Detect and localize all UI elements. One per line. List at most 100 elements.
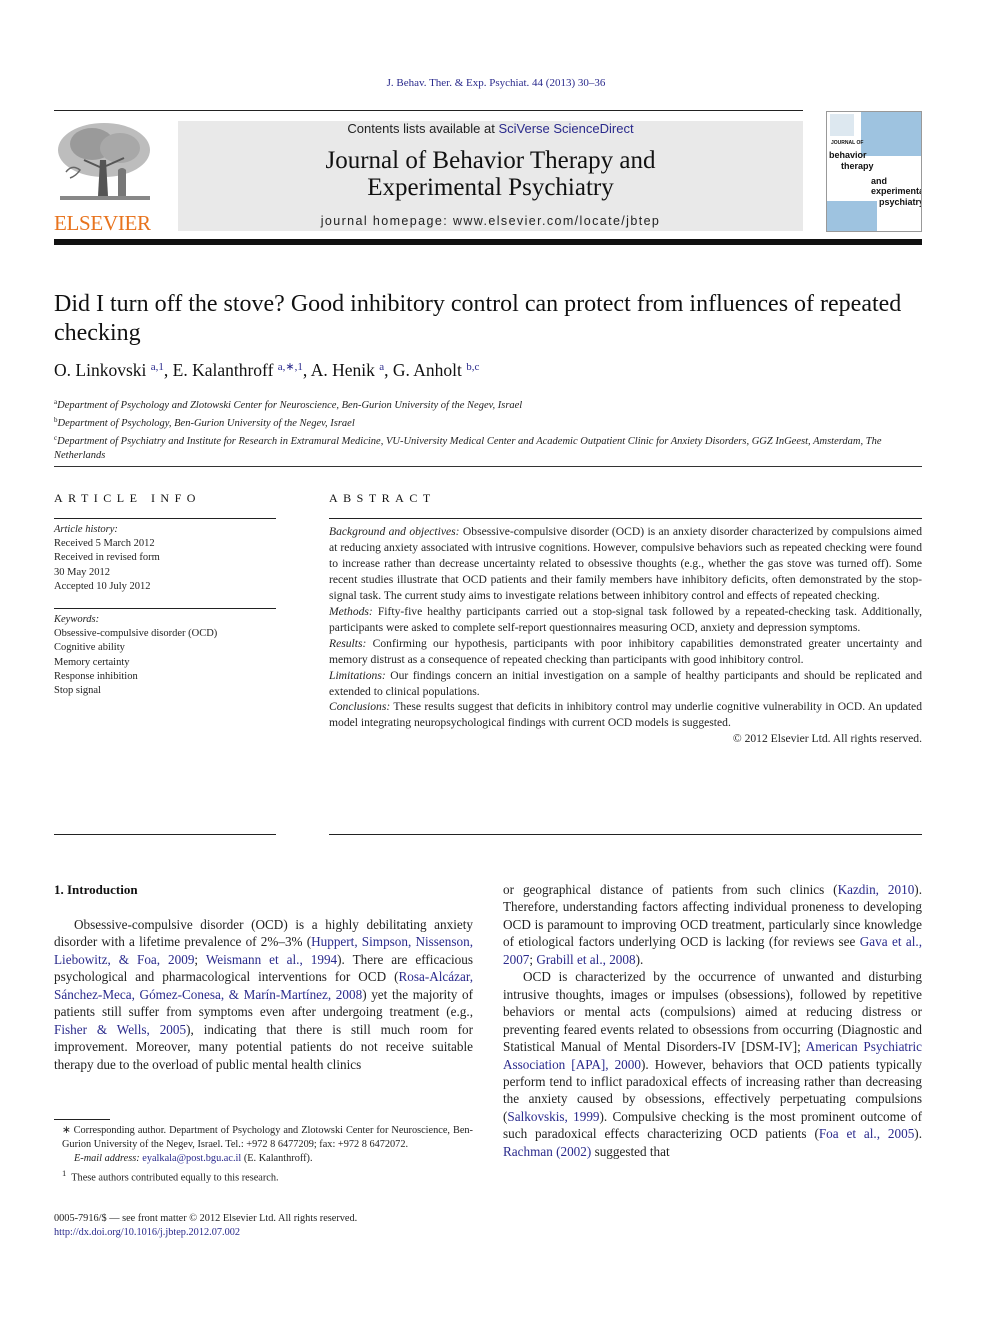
author[interactable]: G. Anholt b,c <box>393 360 480 380</box>
author-name: A. Henik <box>310 360 375 380</box>
abstract-rule <box>329 518 922 519</box>
citation-link[interactable]: Fisher & Wells, 2005 <box>54 1022 186 1037</box>
author-name: O. Linkovski <box>54 360 147 380</box>
keyword: Stop signal <box>54 685 101 697</box>
abstract-section: Background and objectives: Obsessive-com… <box>329 524 922 604</box>
journal-masthead: Contents lists available at SciVerse Sci… <box>178 121 803 231</box>
journal-title: Journal of Behavior Therapy and Experime… <box>178 147 803 201</box>
cover-block-top <box>861 112 921 156</box>
affiliation-text: Department of Psychology and Zlotowski C… <box>57 400 523 411</box>
author[interactable]: E. Kalanthroff a,∗,1 <box>173 360 303 380</box>
citation-link[interactable]: Grabill et al., 2008 <box>536 952 635 967</box>
affiliations: aDepartment of Psychology and Zlotowski … <box>54 395 934 463</box>
affiliation: bDepartment of Psychology, Ben-Gurion Un… <box>54 413 934 431</box>
cover-text: behavior <box>829 150 867 160</box>
author-name: E. Kalanthroff <box>172 360 274 380</box>
issn-line: 0005-7916/$ — see front matter © 2012 El… <box>54 1213 358 1224</box>
citation-link[interactable]: Weismann et al., 1994 <box>206 952 337 967</box>
cover-block-bottom <box>827 201 877 231</box>
citation-link[interactable]: Kazdin, 2010 <box>838 882 915 897</box>
front-matter: 0005-7916/$ — see front matter © 2012 El… <box>54 1212 554 1240</box>
citation-link[interactable]: Salkovskis, 1999 <box>507 1109 599 1124</box>
body-text: ). <box>635 951 644 967</box>
body-text: suggested that <box>591 1143 670 1159</box>
abstract-section-lead: Conclusions: <box>329 700 391 714</box>
footnote-rule <box>54 1119 110 1120</box>
abstract-section-lead: Methods: <box>329 604 373 618</box>
author-affil-marker[interactable]: a,1 <box>151 361 164 373</box>
contents-prefix: Contents lists available at <box>347 121 499 136</box>
abstract-section: Limitations: Our findings concern an ini… <box>329 668 922 700</box>
body-column-left: Obsessive-compulsive disorder (OCD) is a… <box>54 916 473 1073</box>
body-paragraph: OCD is characterized by the occurrence o… <box>503 968 922 1160</box>
footnote-mark: 1 <box>62 1168 67 1178</box>
cover-text: and <box>871 176 888 186</box>
author-affil-marker[interactable]: b,c <box>466 361 479 373</box>
abstract-section-text: Fifty-five healthy participants carried … <box>329 604 922 634</box>
article-info-bottom-rule <box>54 834 276 835</box>
affiliation: aDepartment of Psychology and Zlotowski … <box>54 395 934 413</box>
section-heading-introduction: 1. Introduction <box>54 882 138 897</box>
doi-link[interactable]: http://dx.doi.org/10.1016/j.jbtep.2012.0… <box>54 1227 240 1238</box>
abstract-section: Results: Confirming our hypothesis, part… <box>329 636 922 668</box>
journal-homepage-link[interactable]: journal homepage: www.elsevier.com/locat… <box>178 214 803 228</box>
history-item: Received in revised form <box>54 552 160 564</box>
affiliation-text: Department of Psychiatry and Institute f… <box>54 436 882 461</box>
body-text: ; <box>194 951 206 967</box>
cover-text: psychiatry <box>879 197 922 207</box>
article-title: Did I turn off the stove? Good inhibitor… <box>54 291 902 346</box>
affiliation-text: Department of Psychology, Ben-Gurion Uni… <box>57 418 355 429</box>
cover-text: JOURNAL OF <box>831 140 864 146</box>
header-thick-rule <box>54 239 922 245</box>
author-name: G. Anholt <box>392 360 462 380</box>
history-item: Accepted 10 July 2012 <box>54 580 151 592</box>
abstract-section-text: Our findings concern an initial investig… <box>329 668 922 698</box>
author-affil-marker[interactable]: a,∗,1 <box>278 361 303 373</box>
abstract-section-lead: Background and objectives: <box>329 525 460 538</box>
abstract-section: Conclusions: These results suggest that … <box>329 699 922 731</box>
elsevier-logo[interactable]: ELSEVIER <box>54 120 156 234</box>
abstract-bottom-rule <box>329 834 922 835</box>
journal-title-line-2: Experimental Psychiatry <box>367 174 614 201</box>
email-link[interactable]: eyalkala@post.bgu.ac.il <box>142 1153 241 1164</box>
citation-link[interactable]: Foa et al., 2005 <box>819 1126 914 1141</box>
abstract-section-lead: Limitations: <box>329 668 386 682</box>
keywords: Keywords: Obsessive-compulsive disorder … <box>54 613 276 698</box>
article-history: Article history: Received 5 March 2012 R… <box>54 523 276 594</box>
keyword: Cognitive ability <box>54 642 125 654</box>
elsevier-tree-icon <box>54 120 154 205</box>
footnote-email: E-mail address: eyalkala@post.bgu.ac.il … <box>54 1152 473 1166</box>
footnote-text: These authors contributed equally to thi… <box>71 1172 279 1184</box>
history-item: 30 May 2012 <box>54 566 110 578</box>
journal-citation[interactable]: J. Behav. Ther. & Exp. Psychiat. 44 (201… <box>0 77 992 89</box>
email-suffix: (E. Kalanthroff). <box>241 1153 313 1164</box>
sciencedirect-link[interactable]: SciVerse ScienceDirect <box>498 121 633 136</box>
author-list: O. Linkovski a,1, E. Kalanthroff a,∗,1, … <box>54 360 480 380</box>
footnotes: ∗ Corresponding author. Department of Ps… <box>54 1124 473 1185</box>
citation-link[interactable]: Rachman (2002) <box>503 1144 591 1159</box>
abstract-section: Methods: Fifty-five healthy participants… <box>329 604 922 636</box>
article-history-heading: Article history: <box>54 524 118 535</box>
keyword: Memory certainty <box>54 656 130 668</box>
keyword: Obsessive-compulsive disorder (OCD) <box>54 628 218 640</box>
abstract-section-lead: Results: <box>329 636 367 650</box>
cover-text: experimental <box>871 186 922 196</box>
author-affil-marker[interactable]: a <box>379 361 384 373</box>
abstract-section-text: Confirming our hypothesis, participants … <box>329 636 922 666</box>
author[interactable]: O. Linkovski a,1 <box>54 360 164 380</box>
journal-title-line-1: Journal of Behavior Therapy and <box>325 147 656 174</box>
history-item: Received 5 March 2012 <box>54 538 155 550</box>
abstract-section-text: These results suggest that deficits in i… <box>329 700 922 730</box>
body-paragraph: Obsessive-compulsive disorder (OCD) is a… <box>54 916 473 1073</box>
journal-cover-thumbnail[interactable]: JOURNAL OF behavior therapy and experime… <box>826 111 922 232</box>
body-paragraph: or geographical distance of patients fro… <box>503 881 922 968</box>
cover-elsevier-mark <box>830 114 854 136</box>
body-column-right: or geographical distance of patients fro… <box>503 881 922 1160</box>
footnote-corresponding: ∗ Corresponding author. Department of Ps… <box>62 1125 473 1150</box>
affiliation-rule <box>54 466 922 467</box>
email-label: E-mail address: <box>74 1153 140 1164</box>
cover-text: therapy <box>841 161 874 171</box>
author[interactable]: A. Henik a <box>311 360 384 380</box>
footnote-equal-contribution: 1 These authors contributed equally to t… <box>54 1166 473 1185</box>
abstract-heading: ABSTRACT <box>329 491 436 505</box>
